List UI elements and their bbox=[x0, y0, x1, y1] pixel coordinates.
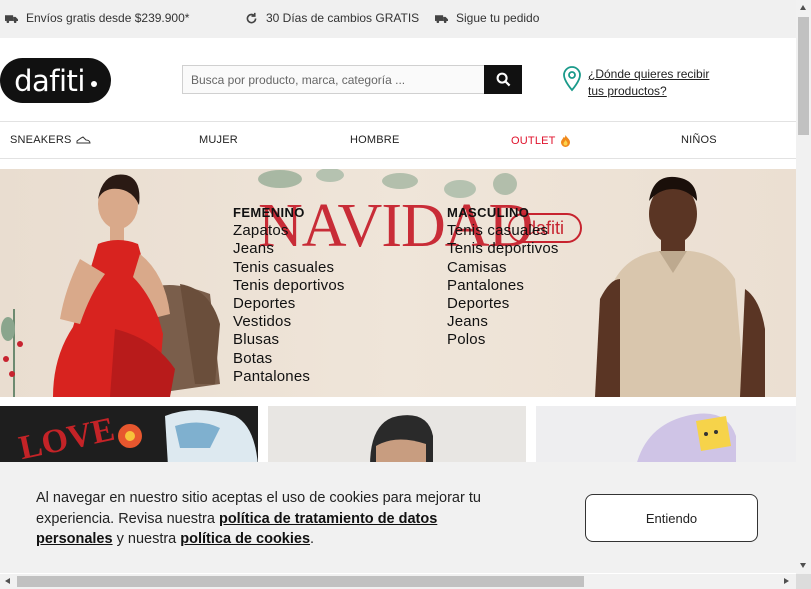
masculino-link[interactable]: Pantalones bbox=[447, 277, 559, 295]
location-pin-icon bbox=[563, 66, 581, 92]
femenino-link[interactable]: Blusas bbox=[233, 331, 345, 349]
vertical-scrollbar[interactable] bbox=[796, 0, 811, 574]
refresh-icon bbox=[246, 12, 257, 23]
sneaker-image bbox=[636, 413, 736, 466]
promo-label: Envíos gratis desde $239.900* bbox=[26, 11, 190, 25]
woman-model-image bbox=[53, 174, 220, 397]
truck-icon bbox=[435, 14, 448, 23]
search-icon bbox=[496, 72, 510, 87]
scroll-right-icon[interactable] bbox=[784, 578, 789, 584]
femenino-link[interactable]: Pantalones bbox=[233, 368, 345, 386]
logo-dot bbox=[90, 80, 97, 87]
location-link[interactable]: ¿Dónde quieres recibir tus productos? bbox=[588, 66, 728, 100]
masculino-link[interactable]: Polos bbox=[447, 331, 559, 349]
svg-text:LOVE: LOVE bbox=[16, 411, 118, 466]
femenino-link[interactable]: Vestidos bbox=[233, 313, 345, 331]
masculino-heading[interactable]: MASCULINO bbox=[447, 204, 559, 222]
nav-label: OUTLET bbox=[511, 134, 556, 147]
cookie-text-part: y nuestra bbox=[112, 531, 181, 547]
man-model-image bbox=[595, 176, 765, 397]
promo-label: Sigue tu pedido bbox=[456, 11, 540, 25]
truck-icon bbox=[5, 14, 18, 23]
kid-cap-image bbox=[370, 415, 433, 466]
femenino-link[interactable]: Deportes bbox=[233, 295, 345, 313]
search-input[interactable] bbox=[183, 66, 484, 93]
masculino-link[interactable]: Tenis casuales bbox=[447, 222, 559, 240]
hero-banner[interactable]: NAVIDAD dafiti FEMENINO Zapatos Jeans Te… bbox=[0, 169, 796, 397]
cookie-text-part: . bbox=[310, 531, 315, 547]
masculino-column: MASCULINO Tenis casuales Tenis deportivo… bbox=[447, 204, 559, 350]
nav-item-ninos[interactable]: NIÑOS bbox=[681, 134, 717, 146]
site-header: dafiti ¿Dónde quieres recibir tus produc… bbox=[0, 38, 796, 122]
masculino-link[interactable]: Tenis deportivos bbox=[447, 240, 559, 258]
promo-label: 30 Días de cambios GRATIS bbox=[266, 11, 420, 25]
nav-item-mujer[interactable]: MUJER bbox=[199, 134, 238, 146]
product-tile[interactable]: LOVE bbox=[0, 406, 258, 466]
femenino-link[interactable]: Jeans bbox=[233, 240, 345, 258]
nav-label: SNEAKERS bbox=[10, 134, 72, 146]
sneaker-icon bbox=[76, 136, 91, 144]
vertical-scroll-thumb[interactable] bbox=[798, 17, 809, 135]
promo-track-order[interactable]: Sigue tu pedido bbox=[435, 11, 539, 25]
nav-label: MUJER bbox=[199, 134, 238, 146]
fire-icon bbox=[560, 135, 570, 147]
scroll-up-icon[interactable] bbox=[800, 5, 806, 10]
masculino-link[interactable]: Jeans bbox=[447, 313, 559, 331]
delivery-location[interactable]: ¿Dónde quieres recibir tus productos? bbox=[562, 66, 728, 100]
horizontal-scrollbar[interactable] bbox=[0, 574, 796, 589]
scroll-left-icon[interactable] bbox=[5, 578, 10, 584]
dafiti-logo[interactable]: dafiti bbox=[0, 58, 111, 103]
nav-item-hombre[interactable]: HOMBRE bbox=[350, 134, 399, 146]
search-bar bbox=[182, 65, 522, 94]
product-tile[interactable] bbox=[536, 406, 796, 466]
promo-bar: Envíos gratis desde $239.900* 30 Días de… bbox=[0, 0, 796, 38]
main-nav: SNEAKERS MUJER HOMBRE OUTLET NIÑOS bbox=[0, 122, 796, 159]
masculino-link[interactable]: Deportes bbox=[447, 295, 559, 313]
product-tile[interactable] bbox=[268, 406, 526, 466]
cookie-policy-link[interactable]: política de cookies bbox=[180, 531, 310, 547]
nav-label: NIÑOS bbox=[681, 134, 717, 146]
masculino-link[interactable]: Camisas bbox=[447, 259, 559, 277]
search-button[interactable] bbox=[484, 65, 522, 94]
nav-item-outlet[interactable]: OUTLET bbox=[511, 134, 571, 147]
promo-free-shipping[interactable]: Envíos gratis desde $239.900* bbox=[5, 11, 189, 25]
femenino-link[interactable]: Tenis casuales bbox=[233, 259, 345, 277]
cookie-message: Al navegar en nuestro sitio aceptas el u… bbox=[36, 488, 516, 550]
femenino-link[interactable]: Tenis deportivos bbox=[233, 277, 345, 295]
nav-label: HOMBRE bbox=[350, 134, 400, 146]
cookie-banner: Al navegar en nuestro sitio aceptas el u… bbox=[0, 462, 796, 573]
love-shoe-image: LOVE bbox=[16, 410, 258, 466]
femenino-link[interactable]: Zapatos bbox=[233, 222, 345, 240]
femenino-link[interactable]: Botas bbox=[233, 350, 345, 368]
logo-text: dafiti bbox=[14, 63, 85, 98]
nav-item-sneakers[interactable]: SNEAKERS bbox=[10, 134, 91, 146]
femenino-column: FEMENINO Zapatos Jeans Tenis casuales Te… bbox=[233, 204, 345, 386]
accept-cookies-button[interactable]: Entiendo bbox=[585, 494, 758, 542]
scroll-down-icon[interactable] bbox=[800, 563, 806, 568]
horizontal-scroll-thumb[interactable] bbox=[17, 576, 584, 587]
femenino-heading[interactable]: FEMENINO bbox=[233, 204, 345, 222]
promo-returns[interactable]: 30 Días de cambios GRATIS bbox=[245, 11, 419, 25]
scrollbar-corner bbox=[796, 574, 811, 589]
